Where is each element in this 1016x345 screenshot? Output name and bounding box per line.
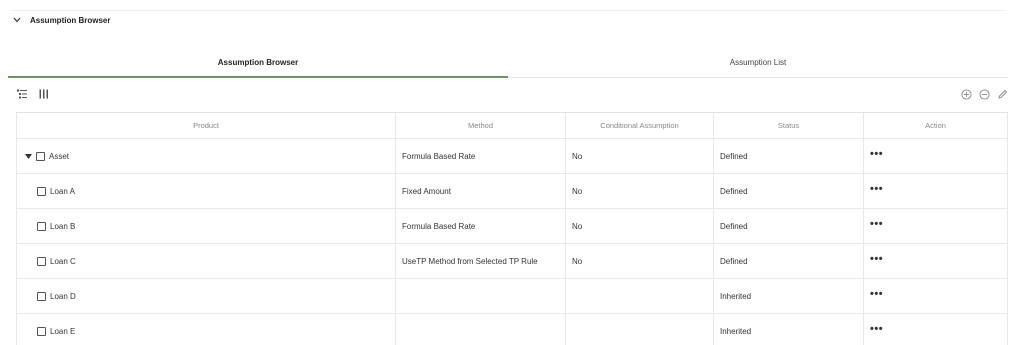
product-cell: Loan A <box>16 174 396 208</box>
conditional-cell: No <box>566 139 714 173</box>
status-cell: Inherited <box>714 279 864 313</box>
action-cell: ••• <box>864 279 1008 313</box>
method-cell: UseTP Method from Selected TP Rule <box>396 244 566 278</box>
product-name: Loan C <box>50 256 76 266</box>
status-cell: Defined <box>714 139 864 173</box>
columns-icon[interactable] <box>38 88 50 100</box>
product-name: Loan B <box>50 221 76 231</box>
method-cell: Formula Based Rate <box>396 209 566 243</box>
more-actions-icon[interactable]: ••• <box>870 253 883 265</box>
table-row[interactable]: Loan B Formula Based Rate No Defined ••• <box>16 209 1008 244</box>
method-cell: Formula Based Rate <box>396 139 566 173</box>
product-cell: Loan C <box>16 244 396 278</box>
row-checkbox[interactable] <box>37 291 46 301</box>
column-header-conditional-assumption[interactable]: Conditional Assumption <box>566 113 714 138</box>
action-cell: ••• <box>864 244 1008 278</box>
conditional-cell: No <box>566 244 714 278</box>
action-cell: ••• <box>864 314 1008 345</box>
product-cell: Loan E <box>16 314 396 345</box>
method-cell: Fixed Amount <box>396 174 566 208</box>
product-name: Loan E <box>50 326 76 336</box>
conditional-cell: No <box>566 174 714 208</box>
column-header-product[interactable]: Product <box>16 113 396 138</box>
product-name: Loan A <box>50 186 75 196</box>
table-row[interactable]: Asset Formula Based Rate No Defined ••• <box>16 139 1008 174</box>
product-name: Loan D <box>50 291 76 301</box>
action-cell: ••• <box>864 209 1008 243</box>
expand-tree-icon[interactable] <box>16 88 28 100</box>
product-cell: Asset <box>16 139 396 173</box>
more-actions-icon[interactable]: ••• <box>870 218 883 230</box>
tab-assumption-list[interactable]: Assumption List <box>508 48 1008 77</box>
column-header-action[interactable]: Action <box>864 113 1008 138</box>
action-cell: ••• <box>864 174 1008 208</box>
status-cell: Defined <box>714 174 864 208</box>
status-cell: Inherited <box>714 314 864 345</box>
table-row[interactable]: Loan E Inherited ••• <box>16 314 1008 345</box>
table-header-row: Product Method Conditional Assumption St… <box>16 113 1008 139</box>
more-actions-icon[interactable]: ••• <box>870 323 883 335</box>
more-actions-icon[interactable]: ••• <box>870 288 883 300</box>
row-checkbox[interactable] <box>37 256 46 266</box>
status-cell: Defined <box>714 244 864 278</box>
column-header-status[interactable]: Status <box>714 113 864 138</box>
tab-bar: Assumption Browser Assumption List <box>8 48 1008 78</box>
caret-down-icon[interactable] <box>23 151 33 161</box>
product-cell: Loan B <box>16 209 396 243</box>
row-checkbox[interactable] <box>37 186 46 196</box>
conditional-cell <box>566 314 714 345</box>
table-row[interactable]: Loan D Inherited ••• <box>16 279 1008 314</box>
more-actions-icon[interactable]: ••• <box>870 183 883 195</box>
chevron-down-icon[interactable] <box>12 15 22 25</box>
conditional-cell: No <box>566 209 714 243</box>
table-row[interactable]: Loan A Fixed Amount No Defined ••• <box>16 174 1008 209</box>
row-checkbox[interactable] <box>37 221 46 231</box>
product-name: Asset <box>49 151 70 161</box>
status-cell: Defined <box>714 209 864 243</box>
toolbar <box>16 88 1008 104</box>
add-circle-icon[interactable] <box>960 88 972 100</box>
row-checkbox[interactable] <box>37 326 46 336</box>
section-title: Assumption Browser <box>30 15 111 25</box>
section-header[interactable]: Assumption Browser <box>0 0 1016 40</box>
remove-circle-icon[interactable] <box>978 88 990 100</box>
product-cell: Loan D <box>16 279 396 313</box>
conditional-cell <box>566 279 714 313</box>
method-cell <box>396 314 566 345</box>
tab-assumption-browser[interactable]: Assumption Browser <box>8 48 508 78</box>
assumption-table: Product Method Conditional Assumption St… <box>16 112 1008 345</box>
row-checkbox[interactable] <box>36 151 45 161</box>
edit-pencil-icon[interactable] <box>996 88 1008 100</box>
column-header-method[interactable]: Method <box>396 113 566 138</box>
more-actions-icon[interactable]: ••• <box>870 148 883 160</box>
method-cell <box>396 279 566 313</box>
table-row[interactable]: Loan C UseTP Method from Selected TP Rul… <box>16 244 1008 279</box>
action-cell: ••• <box>864 139 1008 173</box>
